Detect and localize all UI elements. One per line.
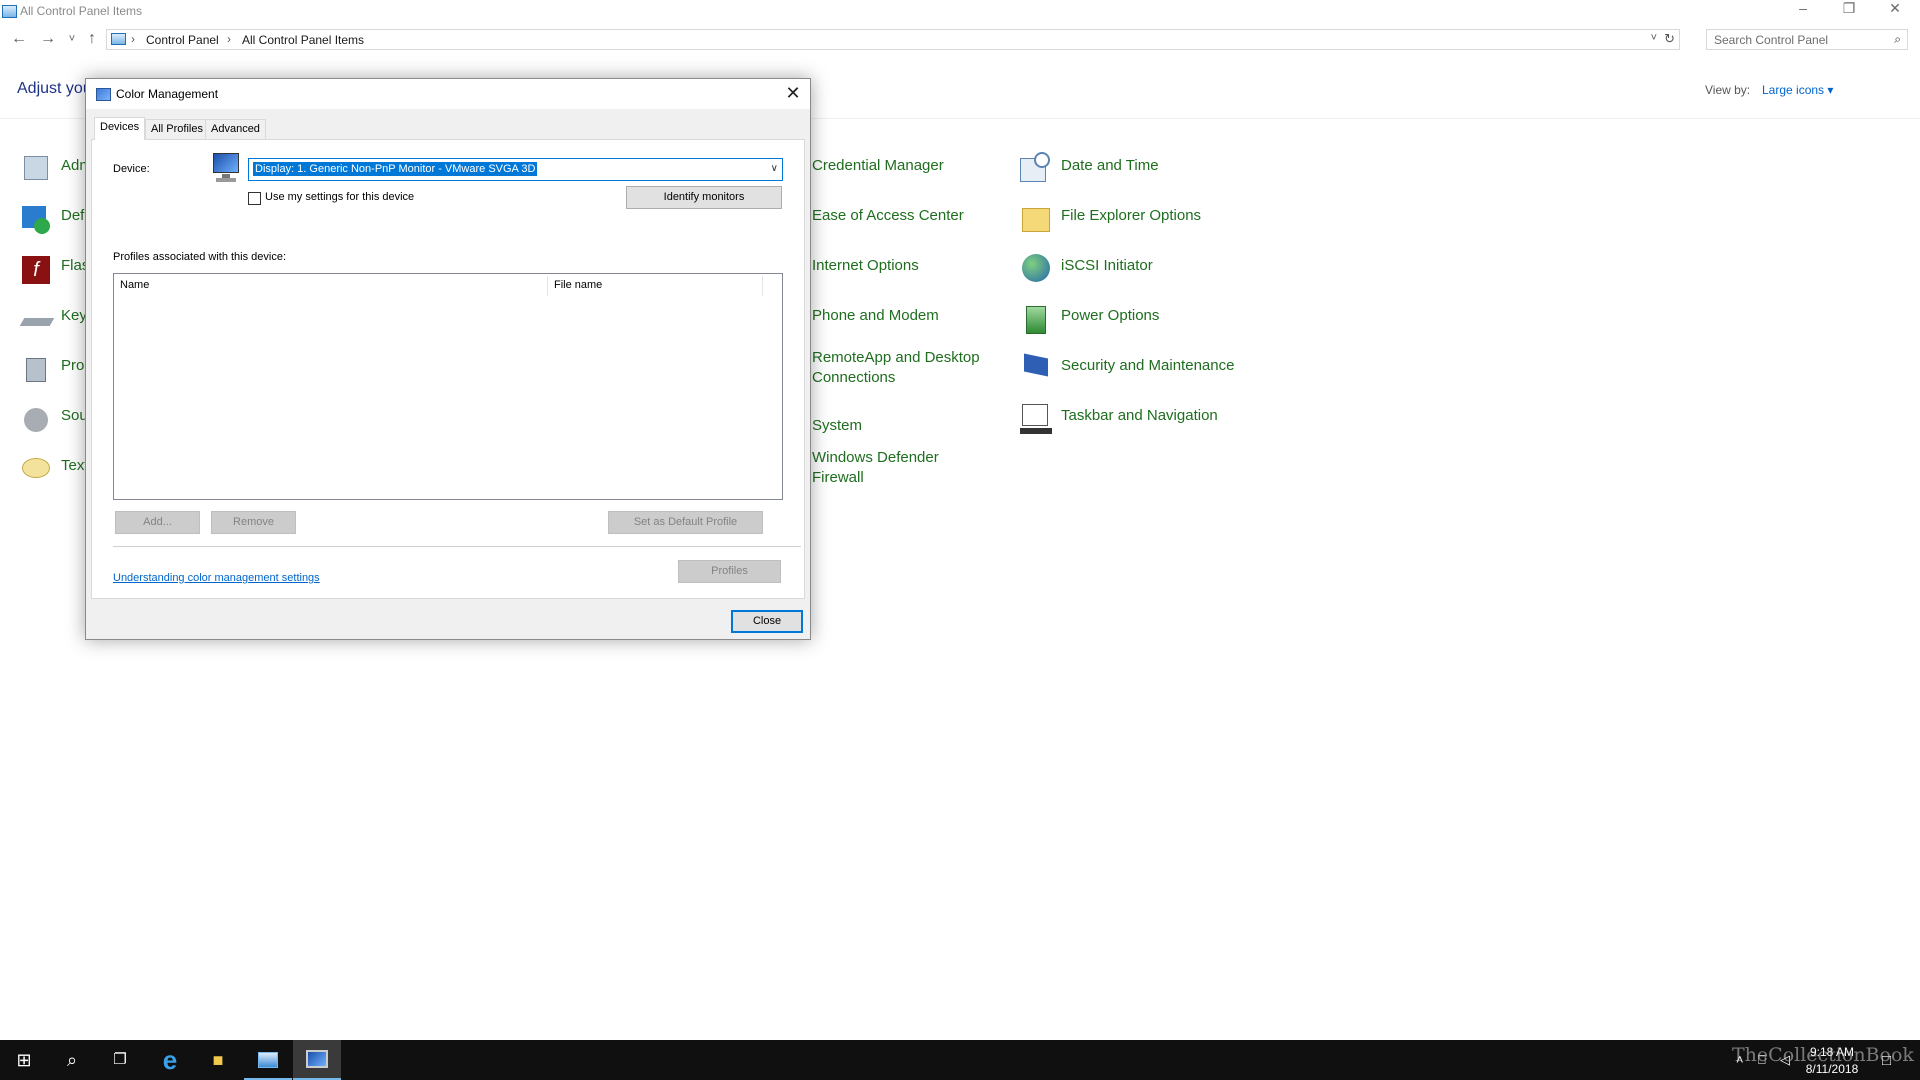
- window-title: All Control Panel Items: [20, 4, 143, 18]
- flag-icon: [1020, 352, 1052, 384]
- breadcrumb-control-panel[interactable]: Control Panel: [146, 33, 219, 47]
- window-titlebar: All Control Panel Items – ❐ ✕: [0, 0, 1920, 24]
- taskbar-icon: [1020, 402, 1052, 434]
- file-explorer-icon[interactable]: ■: [194, 1040, 242, 1080]
- view-by-label: View by:: [1705, 83, 1751, 97]
- set-default-profile-button[interactable]: Set as Default Profile: [608, 511, 763, 534]
- forward-button[interactable]: →: [37, 28, 59, 50]
- profiles-button[interactable]: Profiles: [678, 560, 781, 583]
- monitor-icon: [212, 152, 240, 184]
- navigation-bar: ← → ˅ ↑ › Control Panel › All Control Pa…: [0, 26, 1920, 52]
- breadcrumb-all-items[interactable]: All Control Panel Items: [242, 33, 364, 47]
- close-button[interactable]: Close: [731, 610, 803, 633]
- speech-icon: [20, 452, 52, 484]
- globe-icon: [1020, 252, 1052, 284]
- dialog-close-icon[interactable]: ✕: [782, 83, 804, 105]
- flash-icon: f: [20, 252, 52, 284]
- view-by-dropdown[interactable]: Large icons ▾: [1762, 83, 1833, 97]
- back-button[interactable]: ←: [8, 28, 30, 50]
- window-close-button[interactable]: ✕: [1872, 0, 1918, 24]
- watermark: TheCollectionBook: [1732, 1044, 1914, 1066]
- tab-all-profiles[interactable]: All Profiles: [145, 119, 209, 139]
- programs-icon: [20, 352, 52, 384]
- refresh-icon[interactable]: ↻: [1664, 31, 1675, 47]
- control-panel-icon: [2, 5, 17, 18]
- chevron-down-icon[interactable]: ∨: [771, 163, 778, 174]
- control-panel-taskbar-icon[interactable]: [244, 1040, 292, 1080]
- breadcrumb-separator: ›: [227, 32, 231, 46]
- column-header-file-name[interactable]: File name: [548, 274, 608, 296]
- search-icon[interactable]: ⌕: [1894, 32, 1901, 47]
- device-selected-value: Display: 1. Generic Non-PnP Monitor - VM…: [253, 162, 538, 176]
- control-panel-location-icon: [111, 33, 126, 45]
- add-button[interactable]: Add...: [115, 511, 200, 534]
- internet-explorer-icon[interactable]: e: [146, 1040, 194, 1080]
- minimize-button[interactable]: –: [1780, 0, 1826, 24]
- search-placeholder: Search Control Panel: [1714, 33, 1829, 47]
- battery-icon: [1020, 302, 1052, 334]
- task-view-icon[interactable]: ❐: [96, 1040, 144, 1080]
- dialog-titlebar: Color Management ✕: [86, 79, 810, 109]
- color-management-icon: [96, 88, 111, 101]
- column-separator: [762, 276, 763, 296]
- column-header-name[interactable]: Name: [114, 274, 155, 296]
- taskbar: ⊞ ⌕ ❐ e ■ ˄ ⎕ ◁ 9:18 AM 8/11/2018 □: [0, 1040, 1920, 1080]
- calendar-clock-icon: [1020, 152, 1052, 184]
- breadcrumb-separator: ›: [131, 32, 135, 46]
- folder-options-icon: [1020, 202, 1052, 234]
- recent-locations-button[interactable]: ˅: [61, 28, 83, 50]
- dialog-title: Color Management: [116, 87, 219, 101]
- tab-advanced[interactable]: Advanced: [205, 119, 266, 139]
- tab-devices[interactable]: Devices: [94, 117, 146, 140]
- dialog-divider: [113, 546, 801, 547]
- profiles-list[interactable]: Name File name: [113, 273, 783, 500]
- desktop-screen: { "window": { "title": "All Control Pane…: [0, 0, 1920, 1080]
- address-bar[interactable]: › Control Panel › All Control Panel Item…: [106, 29, 1680, 50]
- device-select[interactable]: Display: 1. Generic Non-PnP Monitor - VM…: [248, 158, 783, 181]
- help-link[interactable]: Understanding color management settings: [113, 572, 320, 584]
- device-label: Device:: [113, 163, 150, 175]
- page-heading: Adjust you: [17, 80, 92, 97]
- restore-button[interactable]: ❐: [1826, 0, 1872, 24]
- sound-icon: [20, 402, 52, 434]
- search-taskbar-icon[interactable]: ⌕: [48, 1040, 96, 1080]
- admin-tools-icon: [20, 152, 52, 184]
- search-input[interactable]: Search Control Panel ⌕: [1706, 29, 1908, 50]
- color-management-dialog: Color Management ✕ Devices All Profiles …: [85, 78, 811, 640]
- start-button[interactable]: ⊞: [0, 1040, 48, 1080]
- use-my-settings-checkbox[interactable]: [248, 192, 261, 205]
- use-my-settings-label[interactable]: Use my settings for this device: [265, 191, 414, 203]
- profiles-label: Profiles associated with this device:: [113, 251, 287, 263]
- default-programs-icon: [20, 202, 52, 234]
- color-management-taskbar-icon[interactable]: [293, 1040, 341, 1080]
- address-dropdown-icon[interactable]: ˅: [1651, 32, 1657, 44]
- remove-button[interactable]: Remove: [211, 511, 296, 534]
- identify-monitors-button[interactable]: Identify monitors: [626, 186, 782, 209]
- up-button[interactable]: ↑: [81, 28, 103, 50]
- keyboard-icon: [19, 302, 55, 334]
